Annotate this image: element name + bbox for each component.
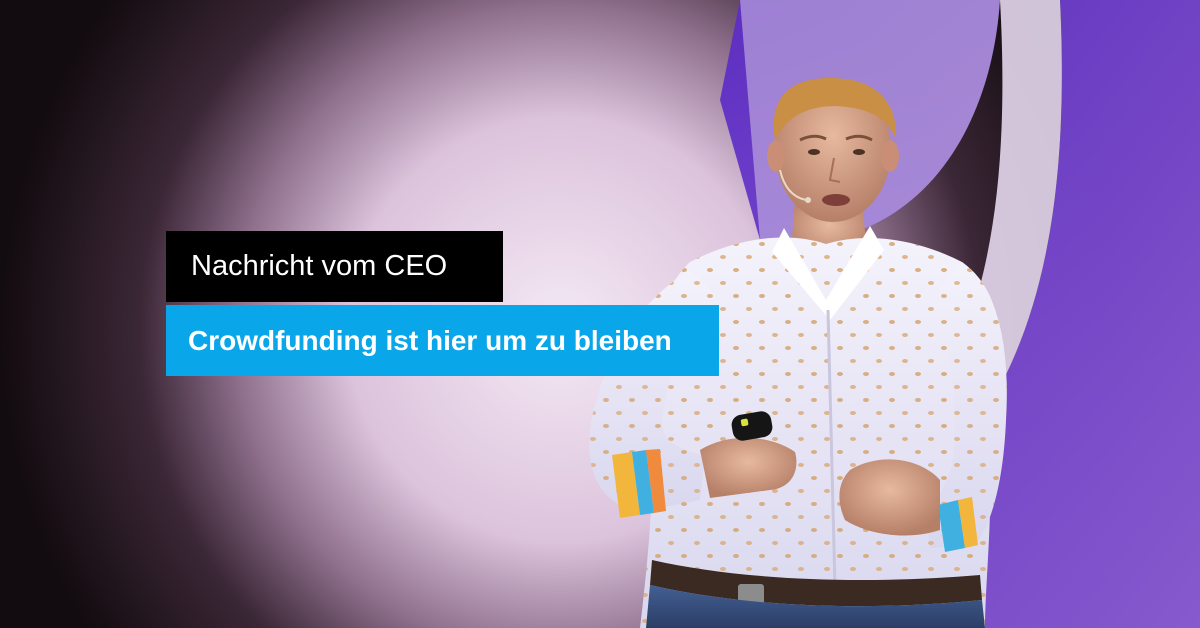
ceo-message-banner: Nachricht vom CEO Crowdfunding ist hier … [0,0,1200,628]
headline-title: Crowdfunding ist hier um zu bleiben [166,305,719,376]
headline-label: Nachricht vom CEO [166,231,503,302]
